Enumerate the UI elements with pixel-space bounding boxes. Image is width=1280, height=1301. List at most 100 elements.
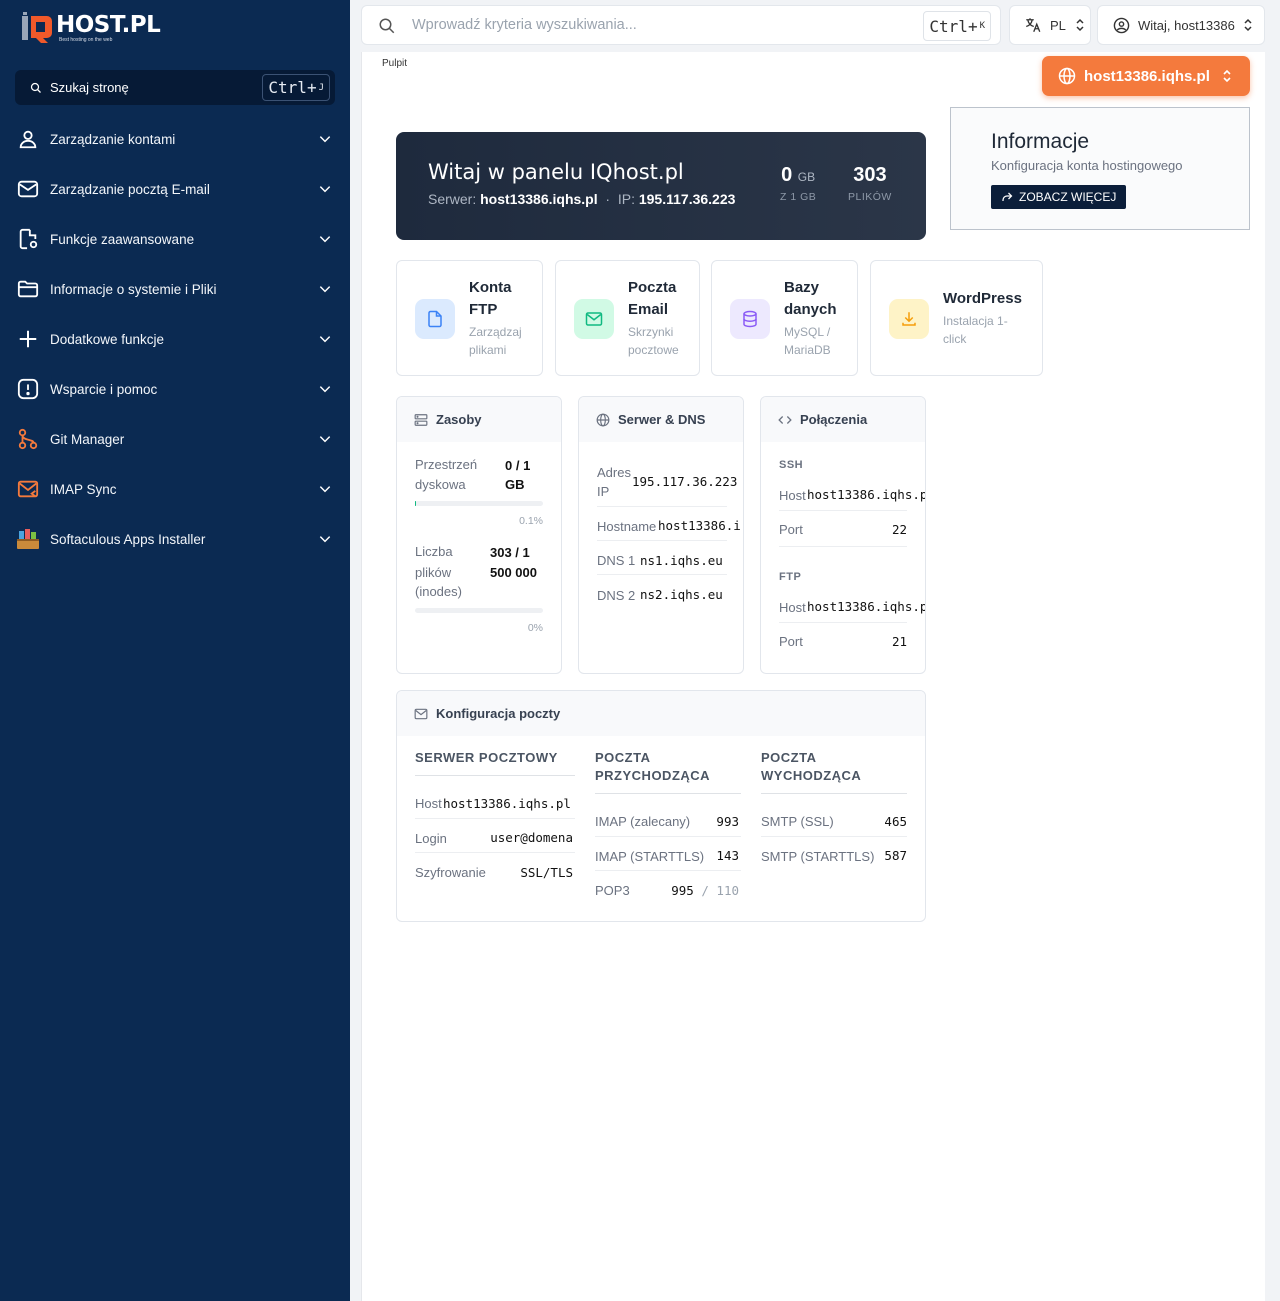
welcome-banner: Witaj w panelu IQhost.pl Serwer: host133… [396, 132, 926, 240]
global-search[interactable]: Wprowadź kryteria wyszukiwania... Ctrl+ K [361, 5, 1001, 45]
user-circle-icon [1113, 17, 1130, 33]
resources-panel: Zasoby Przestrzeń dyskowa 0 / 1 GB 0.1% … [396, 396, 562, 674]
quick-card-wordpress[interactable]: WordPress Instalacja 1- click [870, 260, 1043, 376]
logo-icon [22, 12, 52, 44]
see-more-button[interactable]: ZOBACZ WIĘCEJ [991, 185, 1127, 209]
sidebar-item-label: Zarządzanie pocztą E-mail [50, 181, 210, 197]
outgoing-mail-column-header: POCZTA WYCHODZĄCA [761, 750, 862, 783]
disk-progress-bar [415, 501, 543, 506]
mail-config-panel: Konfiguracja poczty SERWER POCZTOWY Host… [396, 690, 926, 922]
server-hostname: host13386.iqhs.pl [480, 191, 598, 207]
server-dns-panel: Serwer & DNS Adres IP 195.117.36.223 Hos… [578, 396, 744, 674]
globe-icon [596, 413, 610, 426]
sidebar-item-email[interactable]: Zarządzanie pocztą E-mail [0, 164, 350, 214]
resources-header: Zasoby [397, 397, 561, 442]
share-arrow-icon [1002, 192, 1013, 201]
domain-selector-button[interactable]: host13386.iqhs.pl [1042, 56, 1250, 96]
connections-panel: Połączenia SSH Host host13386.iqhs.p Por… [760, 396, 926, 674]
chevron-updown-icon [1244, 18, 1252, 32]
alert-icon [16, 377, 40, 401]
sidebar-item-system-files[interactable]: Informacje o systemie i Pliki [0, 264, 350, 314]
main-content: Pulpit host13386.iqhs.pl Witaj w panelu … [361, 52, 1265, 1301]
sidebar-item-label: Git Manager [50, 431, 125, 447]
connections-header: Połączenia [761, 397, 925, 442]
mail-icon [16, 177, 40, 201]
sidebar-search-label: Szukaj stronę [50, 80, 129, 95]
translate-icon [1026, 18, 1041, 33]
mail-server-column-header: SERWER POCZTOWY [415, 750, 558, 765]
sidebar-item-extra[interactable]: Dodatkowe funkcje [0, 314, 350, 364]
server-ip: 195.117.36.223 [638, 191, 736, 207]
domain-name: host13386.iqhs.pl [1084, 67, 1210, 85]
files-count-stat: 303 PLIKÓW [848, 164, 892, 203]
chevron-down-icon [319, 236, 331, 243]
search-icon [379, 18, 395, 34]
user-icon [16, 127, 40, 151]
chevron-down-icon [319, 486, 331, 493]
inodes-progress-bar [415, 608, 543, 613]
sidebar-nav: Zarządzanie kontami Zarządzanie pocztą E… [0, 114, 350, 564]
sidebar: HOST.PL Best hosting on the web Szukaj s… [0, 0, 350, 1301]
imap-sync-icon [16, 477, 40, 501]
user-menu[interactable]: Witaj, host13386 [1097, 5, 1265, 45]
logo-text: HOST.PL [56, 12, 161, 38]
info-card: Informacje Konfiguracja konta hostingowe… [950, 107, 1250, 230]
sidebar-search[interactable]: Szukaj stronę Ctrl+ J [15, 70, 335, 105]
logo-tagline: Best hosting on the web [59, 37, 113, 43]
global-search-placeholder: Wprowadź kryteria wyszukiwania... [412, 17, 637, 33]
file-settings-icon [16, 227, 40, 251]
sidebar-search-shortcut: Ctrl+ J [262, 74, 330, 101]
chevron-down-icon [319, 286, 331, 293]
sidebar-item-label: Funkcje zaawansowane [50, 231, 195, 247]
search-icon [30, 82, 41, 93]
mail-icon [574, 299, 614, 339]
download-icon [889, 299, 929, 339]
chevron-down-icon [319, 136, 331, 143]
mail-config-header: Konfiguracja poczty [397, 691, 925, 736]
info-subtitle: Konfiguracja konta hostingowego [991, 158, 1183, 173]
sidebar-item-imap-sync[interactable]: IMAP Sync [0, 464, 350, 514]
chevron-down-icon [319, 336, 331, 343]
language-code: PL [1050, 17, 1066, 33]
database-icon [730, 299, 770, 339]
git-icon [16, 427, 40, 451]
disk-usage-stat: 0 GB Z 1 GB [780, 164, 817, 203]
quick-card-ftp[interactable]: Konta FTP Zarządzaj plikami [396, 260, 543, 376]
globe-icon [1058, 67, 1076, 85]
quick-card-databases[interactable]: Bazy danych MySQL / MariaDB [711, 260, 858, 376]
server-dns-header: Serwer & DNS [579, 397, 743, 442]
sidebar-item-label: Zarządzanie kontami [50, 131, 176, 147]
folder-icon [16, 277, 40, 301]
chevron-down-icon [319, 386, 331, 393]
chevron-updown-icon [1076, 18, 1084, 32]
plus-icon [16, 327, 40, 351]
sidebar-item-accounts[interactable]: Zarządzanie kontami [0, 114, 350, 164]
language-selector[interactable]: PL [1009, 5, 1091, 45]
sidebar-item-label: Softaculous Apps Installer [50, 531, 206, 547]
chevron-down-icon [319, 536, 331, 543]
info-title: Informacje [991, 130, 1090, 153]
sidebar-item-advanced[interactable]: Funkcje zaawansowane [0, 214, 350, 264]
welcome-title: Witaj w panelu IQhost.pl [428, 160, 684, 184]
breadcrumb[interactable]: Pulpit [382, 58, 407, 69]
mail-icon [414, 708, 428, 719]
sidebar-item-softaculous[interactable]: Softaculous Apps Installer [0, 514, 350, 564]
server-icon [414, 413, 428, 426]
softaculous-icon [16, 527, 40, 551]
incoming-mail-column-header: POCZTA PRZYCHODZĄCA [595, 750, 711, 783]
sidebar-item-git[interactable]: Git Manager [0, 414, 350, 464]
global-search-shortcut: Ctrl+ K [923, 11, 991, 41]
sidebar-item-label: IMAP Sync [50, 481, 117, 497]
quick-card-email[interactable]: Poczta Email Skrzynki pocztowe [555, 260, 700, 376]
user-greeting: Witaj, host13386 [1138, 17, 1235, 33]
sidebar-item-label: Wsparcie i pomoc [50, 381, 158, 397]
chevron-updown-icon [1223, 69, 1231, 83]
sidebar-item-label: Informacje o systemie i Pliki [50, 281, 217, 297]
code-icon [778, 415, 792, 424]
chevron-down-icon [319, 186, 331, 193]
file-icon [415, 299, 455, 339]
welcome-server-info: Serwer: host13386.iqhs.pl · IP: 195.117.… [428, 191, 736, 207]
sidebar-item-support[interactable]: Wsparcie i pomoc [0, 364, 350, 414]
sidebar-item-label: Dodatkowe funkcje [50, 331, 165, 347]
chevron-down-icon [319, 436, 331, 443]
